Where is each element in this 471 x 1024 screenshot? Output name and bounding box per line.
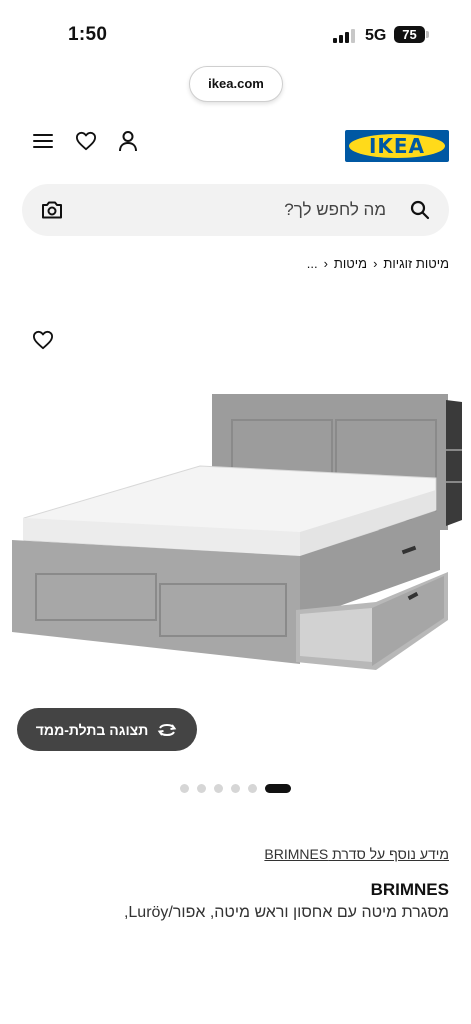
status-time: 1:50 — [68, 24, 108, 45]
breadcrumb-item[interactable]: ... — [307, 256, 318, 271]
product-description: מסגרת מיטה עם אחסון וראש מיטה, אפור/Lurö… — [123, 904, 449, 921]
carousel-dot[interactable] — [180, 784, 189, 793]
battery-icon: 75 — [394, 26, 425, 43]
carousel-dot-active[interactable] — [265, 784, 291, 793]
heart-icon[interactable] — [72, 127, 100, 155]
carousel-dots — [180, 784, 291, 793]
search-input[interactable] — [86, 184, 386, 236]
chevron-left-icon: ‹ — [373, 255, 378, 271]
breadcrumb-item[interactable]: מיטות — [334, 256, 367, 271]
camera-icon[interactable] — [38, 196, 66, 224]
logo-oval: IKEA — [349, 134, 445, 158]
signal-icon — [333, 29, 357, 43]
rotate-icon — [157, 723, 177, 736]
chevron-left-icon: ‹ — [323, 255, 328, 271]
network-label: 5G — [365, 27, 387, 44]
product-image[interactable] — [0, 370, 471, 690]
favorite-heart-icon[interactable] — [29, 326, 57, 354]
search-bar[interactable] — [22, 184, 449, 236]
carousel-dot[interactable] — [231, 784, 240, 793]
battery-tip — [426, 31, 429, 38]
series-info-link[interactable]: מידע נוסף על סדרת BRIMNES — [264, 846, 449, 862]
search-icon[interactable] — [406, 196, 434, 224]
carousel-dot[interactable] — [248, 784, 257, 793]
breadcrumb-item[interactable]: מיטות זוגיות — [383, 256, 449, 271]
3d-view-label: תצוגה בתלת-ממד — [35, 721, 149, 738]
product-name: BRIMNES — [370, 880, 449, 899]
url-bar[interactable]: ikea.com — [189, 66, 283, 102]
carousel-dot[interactable] — [197, 784, 206, 793]
breadcrumb: ... ‹ מיטות ‹ מיטות זוגיות — [307, 253, 449, 273]
user-icon[interactable] — [114, 127, 142, 155]
status-bar: 1:50 5G 75 — [0, 0, 471, 60]
logo-text: IKEA — [368, 134, 426, 158]
ikea-logo[interactable]: IKEA — [345, 130, 449, 162]
battery-level: 75 — [402, 27, 417, 42]
3d-view-button[interactable]: תצוגה בתלת-ממד — [17, 708, 197, 751]
carousel-dot[interactable] — [214, 784, 223, 793]
menu-icon[interactable] — [29, 127, 57, 155]
